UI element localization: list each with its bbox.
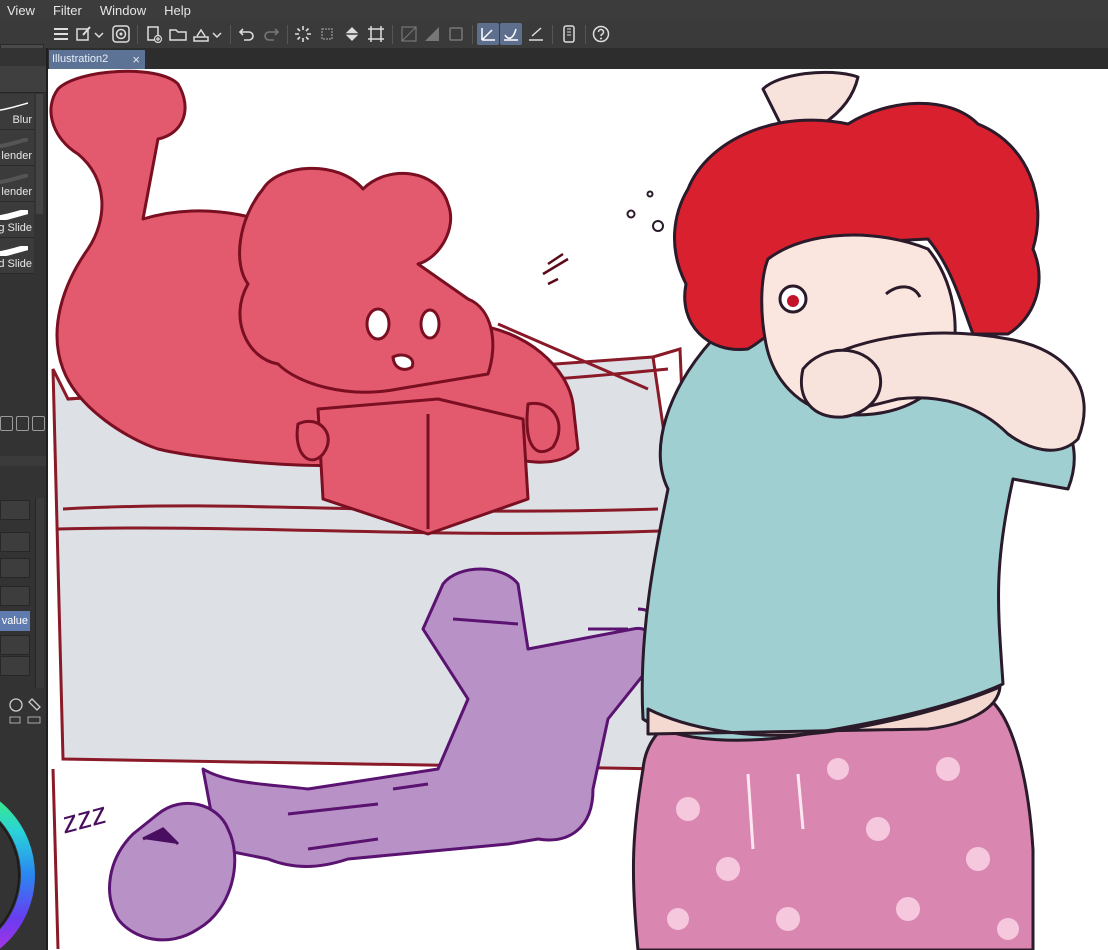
brush-stroke-icon [0, 246, 28, 256]
brush-list-scrollbar[interactable] [36, 94, 43, 214]
property-field[interactable] [0, 500, 30, 520]
color-wheel[interactable] [0, 770, 48, 950]
gradient-icon[interactable] [421, 23, 443, 45]
frame-icon[interactable] [445, 23, 467, 45]
menu-help[interactable]: Help [155, 0, 200, 21]
brush-label: g Slide [0, 222, 32, 234]
left-panel: Blur lender lender g Slide d Slide value [0, 48, 48, 950]
tool-property-icons [9, 698, 41, 724]
brush-stroke-icon [0, 210, 28, 220]
sub-tool-header [0, 66, 46, 93]
hamburger-menu-icon[interactable] [50, 23, 72, 45]
snap-special-icon[interactable] [525, 23, 547, 45]
add-icon[interactable] [16, 416, 29, 431]
chevron-down-icon[interactable] [211, 23, 223, 45]
fill-icon[interactable] [341, 23, 363, 45]
menu-view[interactable]: View [0, 0, 44, 21]
document-tab-bar: Illustration2 × [48, 48, 1108, 69]
toolbar-separator [552, 25, 553, 44]
toolbar-separator [472, 25, 473, 44]
chevron-down-icon[interactable] [93, 23, 105, 45]
brush-label: d Slide [0, 258, 32, 270]
brush-stroke-icon [0, 174, 28, 184]
trash-icon[interactable] [32, 416, 45, 431]
property-dropdown[interactable] [0, 558, 30, 578]
brush-actions [0, 416, 46, 434]
save-icon[interactable] [190, 23, 212, 45]
tab-illustration2[interactable]: Illustration2 × [49, 50, 145, 69]
close-icon[interactable]: × [132, 50, 140, 69]
menu-window[interactable]: Window [91, 0, 155, 21]
ruler-icon[interactable] [398, 23, 420, 45]
brush-label: lender [1, 150, 32, 162]
brush-stroke-icon [0, 102, 28, 111]
zzz-text: zzz [57, 797, 110, 841]
command-bar [0, 21, 1108, 66]
brush-list: Blur lender lender g Slide d Slide [0, 94, 34, 274]
brush-item-slide-2[interactable]: d Slide [0, 238, 34, 274]
snap-curve-icon[interactable] [500, 23, 522, 45]
artwork: zzz [49, 69, 1086, 950]
brush-stroke-icon [0, 138, 28, 148]
drawing-canvas[interactable]: zzz [48, 69, 1108, 950]
crop-icon[interactable] [365, 23, 387, 45]
copy-icon[interactable] [0, 416, 13, 431]
brush-label: Blur [12, 114, 32, 126]
toolbar-separator [585, 25, 586, 44]
pen-settings-icon[interactable] [73, 23, 95, 45]
redo-icon[interactable] [260, 23, 282, 45]
spiral-icon[interactable] [110, 23, 132, 45]
menu-bar: View Filter Window Help [0, 0, 1108, 21]
open-folder-icon[interactable] [167, 23, 189, 45]
property-value-selected[interactable]: value [0, 611, 30, 631]
snap-ruler-icon[interactable] [477, 23, 499, 45]
menu-filter[interactable]: Filter [44, 0, 91, 21]
colored-girl [631, 70, 1086, 950]
toolbar-separator [392, 25, 393, 44]
new-file-icon[interactable] [143, 23, 165, 45]
undo-icon[interactable] [236, 23, 258, 45]
property-field[interactable] [0, 586, 30, 606]
brush-item-slide-1[interactable]: g Slide [0, 202, 34, 238]
toolbar-separator [287, 25, 288, 44]
brush-item-blender-2[interactable]: lender [0, 166, 34, 202]
transform-icon[interactable] [316, 23, 338, 45]
toolbar-separator [230, 25, 231, 44]
brush-item-blender-1[interactable]: lender [0, 130, 34, 166]
help-icon[interactable] [590, 23, 612, 45]
tool-property-scrollbar[interactable] [35, 498, 44, 688]
tool-property-header [0, 456, 46, 466]
tab-title: Illustration2 [52, 53, 109, 65]
property-field[interactable] [0, 532, 30, 552]
property-field[interactable] [0, 635, 30, 655]
property-dropdown[interactable] [0, 656, 30, 676]
brush-item-blur[interactable]: Blur [0, 94, 34, 130]
toolbar-separator [137, 25, 138, 44]
brush-label: lender [1, 186, 32, 198]
loading-spinner-icon[interactable] [292, 23, 314, 45]
tablet-icon[interactable] [558, 23, 580, 45]
